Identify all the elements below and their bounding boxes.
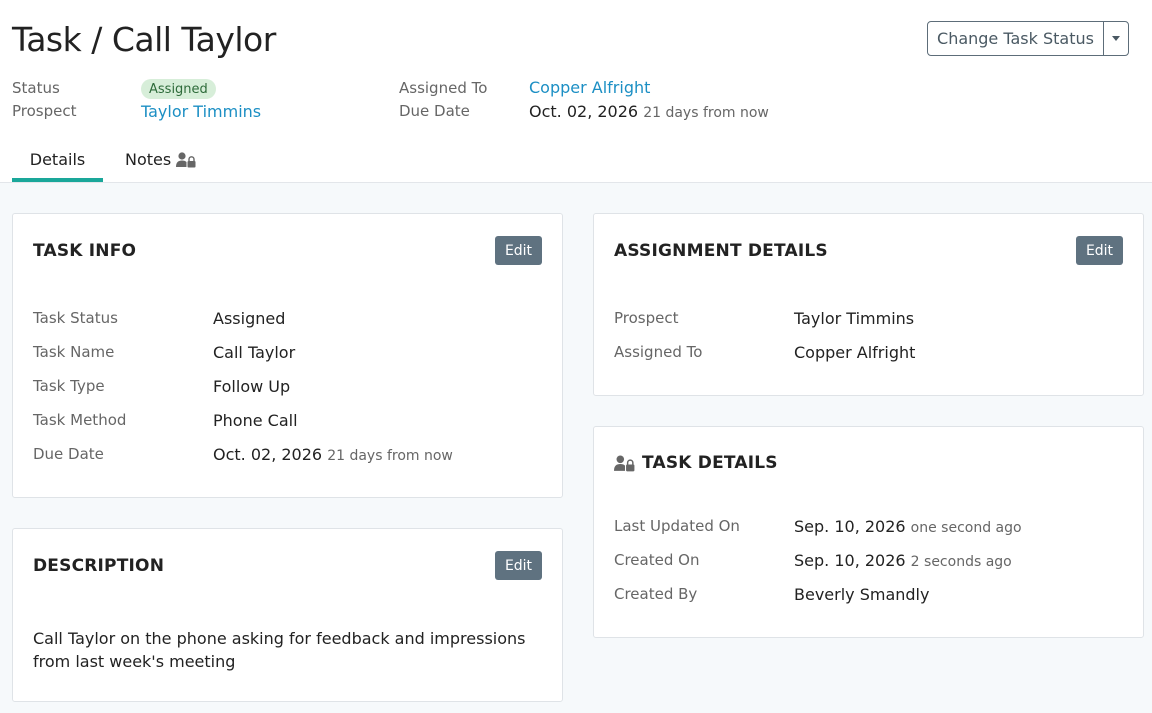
info-row: Task Status Assigned [33, 306, 285, 330]
last-updated-relative: one second ago [910, 519, 1022, 536]
task-info-edit-button[interactable]: Edit [495, 236, 542, 265]
task-details-card: TASK DETAILS Last Updated On Sep. 10, 20… [593, 426, 1144, 638]
description-title: DESCRIPTION [33, 556, 165, 576]
assignment-prospect-link[interactable]: Taylor Timmins [794, 309, 914, 328]
user-lock-icon [614, 455, 635, 471]
task-due-date-value: Oct. 02, 2026 21 days from now [213, 445, 453, 464]
task-due-date-relative: 21 days from now [327, 447, 453, 464]
task-details-title: TASK DETAILS [642, 453, 778, 473]
status-badge: Assigned [141, 79, 216, 99]
task-method-label: Task Method [33, 411, 127, 429]
task-type-value: Follow Up [213, 376, 291, 396]
info-row: Prospect Taylor Timmins [614, 306, 914, 330]
last-updated-label: Last Updated On [614, 517, 740, 535]
tab-notes[interactable]: Notes [125, 140, 197, 182]
page-title: Task / Call Taylor [12, 20, 276, 59]
due-date-text: Oct. 02, 2026 [529, 102, 639, 121]
assigned-to-link[interactable]: Copper Alfright [529, 78, 650, 97]
task-info-card: TASK INFO Edit Task Status Assigned Task… [12, 213, 563, 498]
due-date-value: Oct. 02, 2026 21 days from now [529, 102, 769, 121]
task-status-label: Task Status [33, 309, 118, 327]
assignment-assigned-to-link[interactable]: Copper Alfright [794, 343, 915, 362]
created-on-text: Sep. 10, 2026 [794, 550, 906, 570]
description-edit-button[interactable]: Edit [495, 551, 542, 580]
description-text: Call Taylor on the phone asking for feed… [33, 629, 526, 671]
change-task-status-dropdown[interactable] [1104, 22, 1128, 55]
task-type-label: Task Type [33, 377, 105, 395]
task-method-value: Phone Call [213, 410, 298, 430]
created-on-relative: 2 seconds ago [910, 553, 1012, 570]
description-card: DESCRIPTION Edit Call Taylor on the phon… [12, 528, 563, 702]
last-updated-value: Sep. 10, 2026 one second ago [794, 517, 1022, 536]
due-date-relative: 21 days from now [643, 105, 769, 121]
change-task-status-button-group: Change Task Status [927, 21, 1129, 56]
caret-down-icon [1112, 36, 1120, 41]
task-name-label: Task Name [33, 343, 115, 361]
info-row: Assigned To Copper Alfright [614, 340, 915, 364]
change-task-status-button[interactable]: Change Task Status [928, 22, 1104, 55]
assignment-prospect-label: Prospect [614, 309, 679, 327]
task-name-value: Call Taylor [213, 342, 296, 362]
assignment-edit-button[interactable]: Edit [1076, 236, 1123, 265]
info-row: Due Date Oct. 02, 2026 21 days from now [33, 442, 453, 466]
task-status-value: Assigned [213, 308, 286, 328]
created-on-label: Created On [614, 551, 700, 569]
due-date-label: Due Date [399, 102, 470, 120]
info-row: Created By Beverly Smandly [614, 582, 929, 606]
info-row: Created On Sep. 10, 2026 2 seconds ago [614, 548, 1012, 572]
tab-details-label: Details [29, 150, 86, 169]
created-by-label: Created By [614, 585, 698, 603]
prospect-label: Prospect [12, 102, 77, 120]
info-row: Task Type Follow Up [33, 374, 290, 398]
assignment-details-title: ASSIGNMENT DETAILS [614, 241, 828, 261]
tab-notes-label: Notes [125, 150, 172, 169]
task-due-date-label: Due Date [33, 445, 104, 463]
last-updated-text: Sep. 10, 2026 [794, 516, 906, 536]
task-due-date-text: Oct. 02, 2026 [213, 444, 323, 464]
details-panel: TASK INFO Edit Task Status Assigned Task… [0, 183, 1152, 713]
status-label: Status [12, 79, 60, 97]
info-row: Last Updated On Sep. 10, 2026 one second… [614, 514, 1022, 538]
info-row: Task Name Call Taylor [33, 340, 295, 364]
prospect-link[interactable]: Taylor Timmins [141, 102, 261, 121]
assignment-details-card: ASSIGNMENT DETAILS Edit Prospect Taylor … [593, 213, 1144, 396]
task-details-header: TASK DETAILS [614, 453, 778, 473]
page-header: Task / Call Taylor Change Task Status St… [0, 0, 1152, 183]
user-lock-icon [176, 152, 196, 168]
assignment-assigned-to-label: Assigned To [614, 343, 703, 361]
created-by-value: Beverly Smandly [794, 584, 930, 604]
tab-details[interactable]: Details [12, 140, 103, 182]
task-info-title: TASK INFO [33, 241, 137, 261]
created-on-value: Sep. 10, 2026 2 seconds ago [794, 551, 1012, 570]
assigned-to-label: Assigned To [399, 79, 488, 97]
info-row: Task Method Phone Call [33, 408, 298, 432]
